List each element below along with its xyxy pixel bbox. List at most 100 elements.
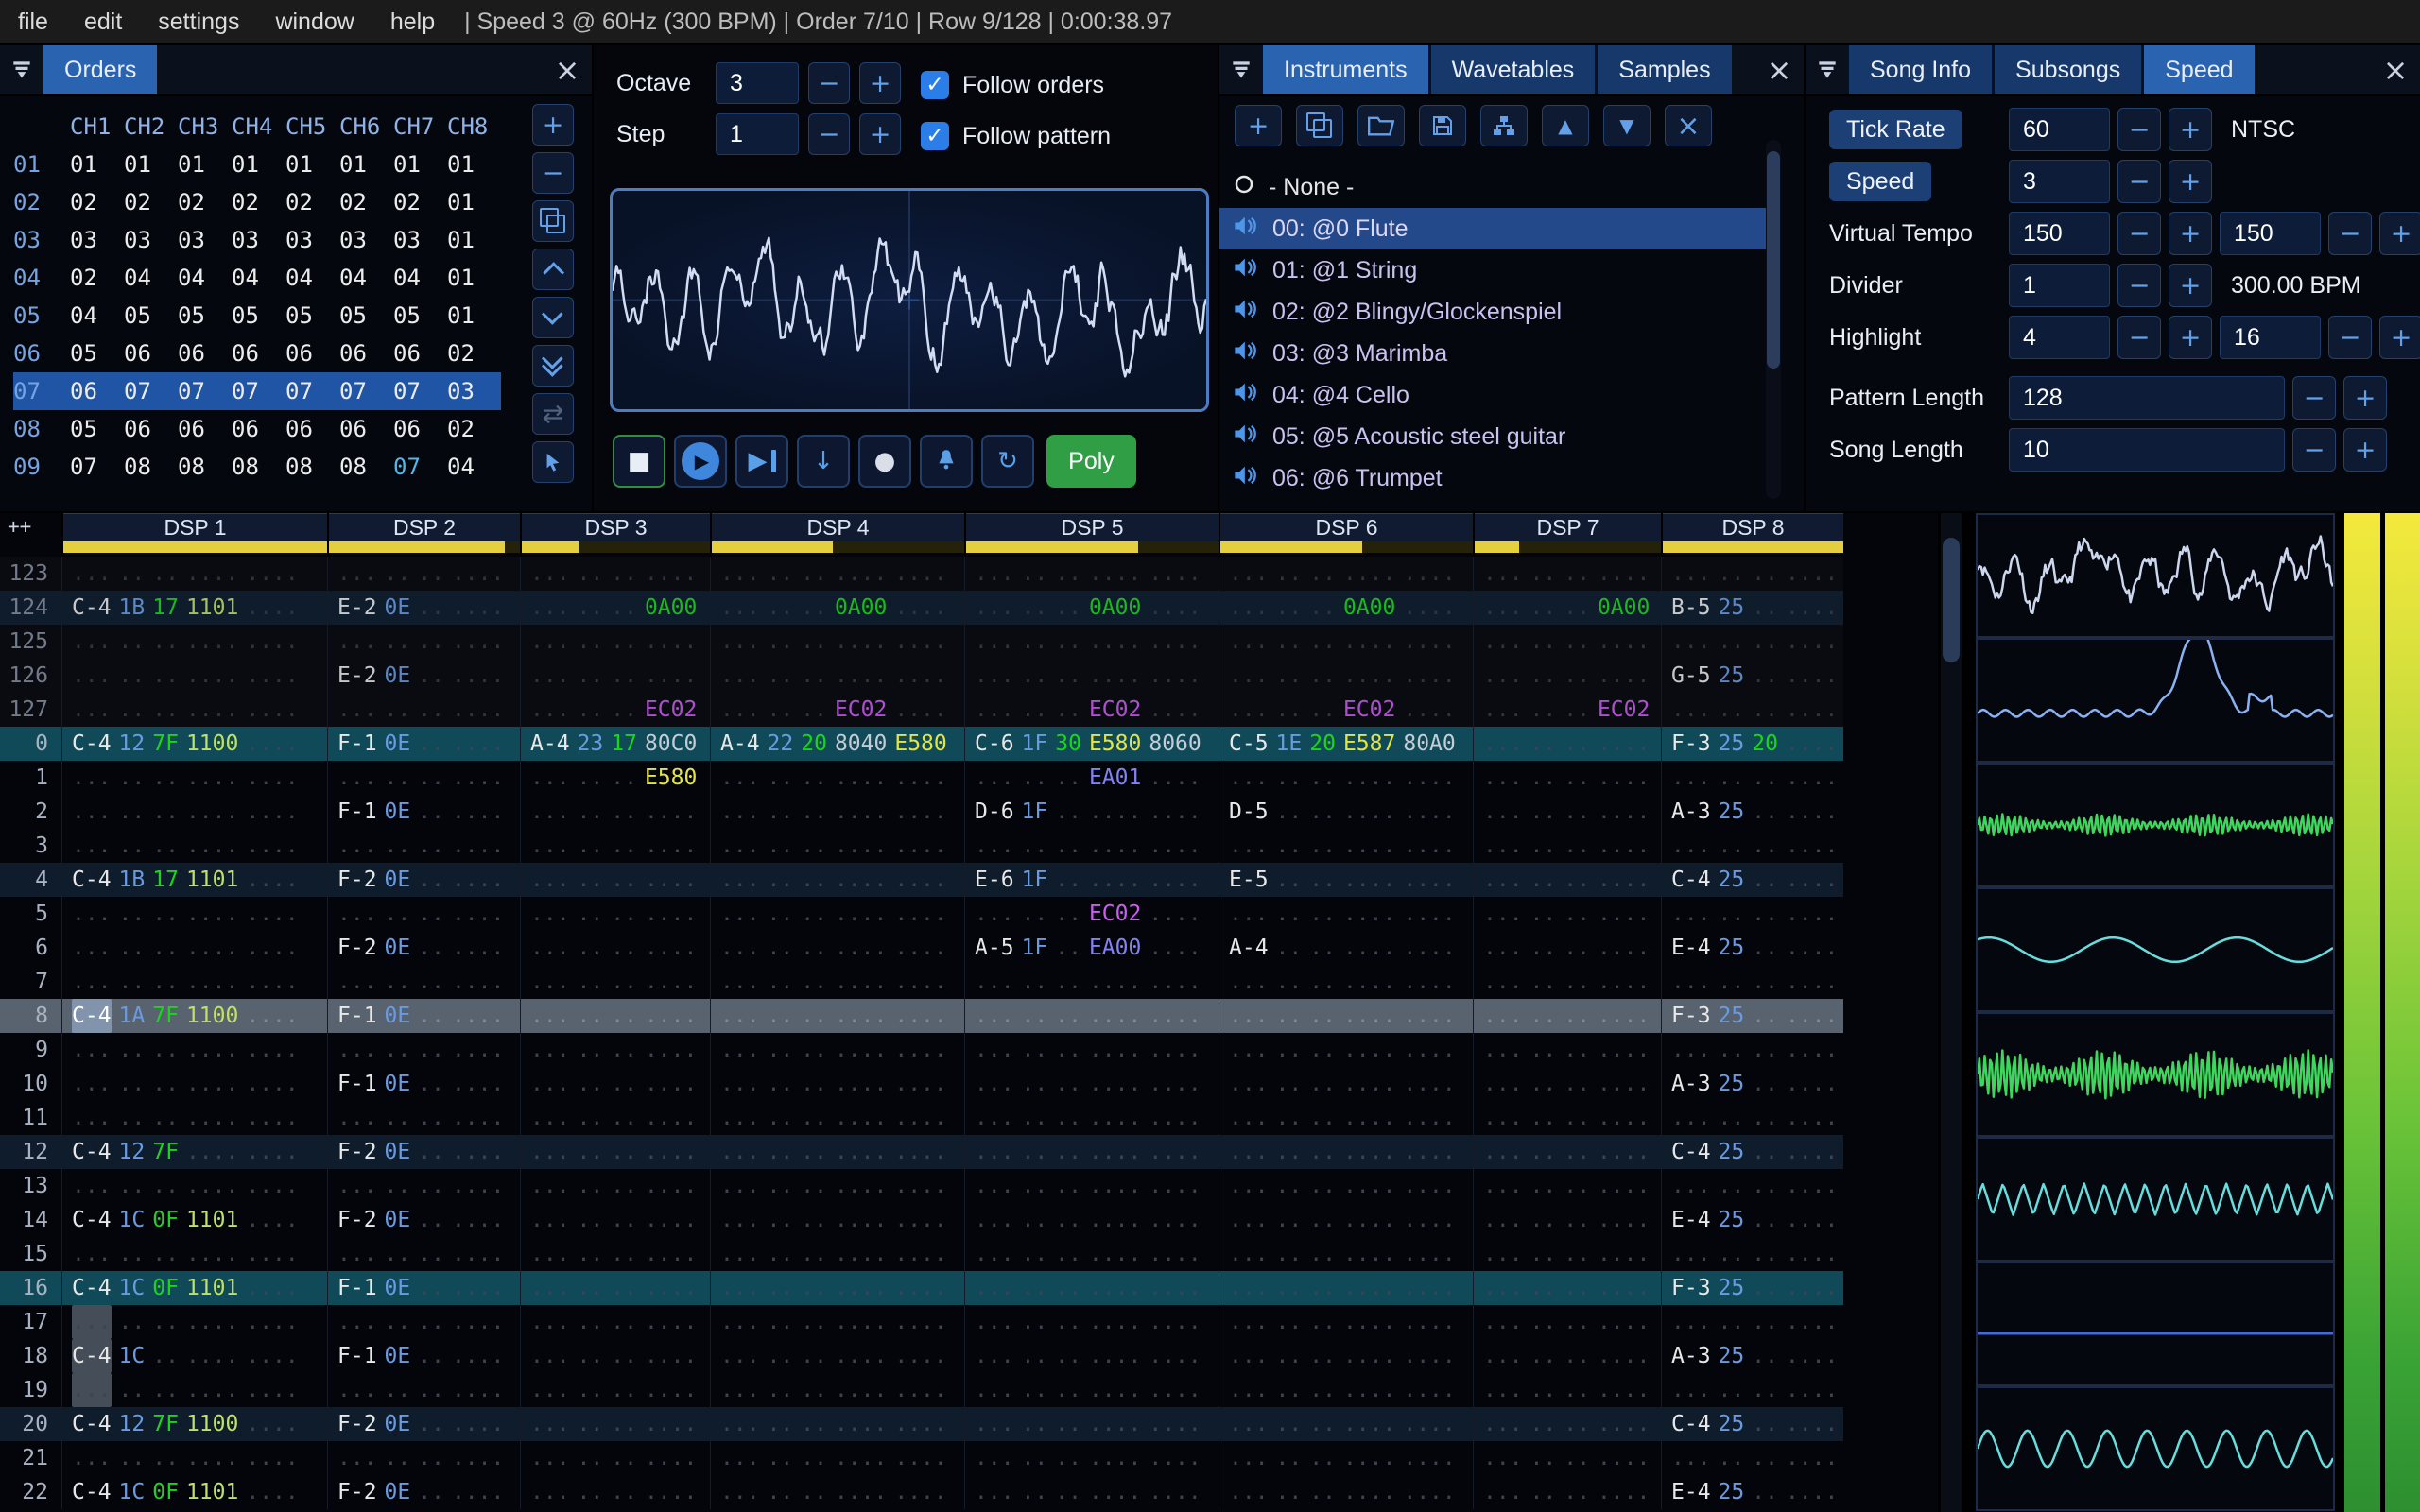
pattern-cell-dsp7[interactable]: ........... bbox=[1473, 1441, 1661, 1475]
order-cell[interactable]: 07 bbox=[393, 454, 447, 480]
order-cell[interactable]: 07 bbox=[70, 454, 124, 480]
pattern-cell-dsp1[interactable]: ............... bbox=[61, 1033, 327, 1067]
instruments-scrollbar[interactable] bbox=[1766, 140, 1781, 499]
pattern-cell-dsp8[interactable]: F-3 25...... bbox=[1661, 1271, 1843, 1305]
pattern-cell-dsp7[interactable]: ........... bbox=[1473, 863, 1661, 897]
pattern-cell-dsp1[interactable]: C-4 1C 0F 1101.... bbox=[61, 1203, 327, 1237]
pattern-cell-dsp2[interactable]: ........... bbox=[327, 829, 520, 863]
pattern-cell-dsp1[interactable]: ............... bbox=[61, 931, 327, 965]
pattern-cell-dsp5[interactable]: ............... bbox=[964, 625, 1219, 659]
pattern-cell-dsp1[interactable]: C-4 12 7F 1100.... bbox=[61, 1407, 327, 1441]
pattern-cell-dsp7[interactable]: ........... bbox=[1473, 727, 1661, 761]
pattern-cell-dsp1[interactable]: ............... bbox=[61, 795, 327, 829]
pattern-cell-dsp4[interactable]: ............... bbox=[710, 557, 964, 591]
order-cell[interactable]: 06 bbox=[285, 416, 339, 442]
pattern-cell-dsp6[interactable]: ............... bbox=[1219, 965, 1473, 999]
order-cell[interactable]: 03 bbox=[124, 227, 178, 253]
delete-instrument-button[interactable]: × bbox=[1665, 105, 1712, 146]
pattern-cell-dsp5[interactable]: ............... bbox=[964, 1067, 1219, 1101]
increase-button[interactable]: + bbox=[2169, 212, 2212, 255]
step-increase-button[interactable]: + bbox=[859, 113, 901, 155]
order-cell[interactable]: 08 bbox=[285, 454, 339, 480]
pattern-cell-dsp7[interactable]: ........... bbox=[1473, 1373, 1661, 1407]
pattern-cell-dsp5[interactable]: ............... bbox=[964, 1203, 1219, 1237]
order-cell[interactable]: 01 bbox=[285, 151, 339, 178]
pattern-cell-dsp4[interactable]: ............... bbox=[710, 1237, 964, 1271]
pattern-cell-dsp6[interactable]: ............... bbox=[1219, 761, 1473, 795]
pattern-cell-dsp5[interactable]: ............... bbox=[964, 1339, 1219, 1373]
pattern-cell-dsp4[interactable]: ............... bbox=[710, 1339, 964, 1373]
decrease-button[interactable]: − bbox=[2118, 316, 2161, 359]
order-cell[interactable]: 02 bbox=[393, 189, 447, 215]
order-row[interactable]: 09 07 08 08 08 08 08 07 04 bbox=[13, 448, 501, 486]
pattern-cell-dsp7[interactable]: ........... bbox=[1473, 1339, 1661, 1373]
pattern-cell-dsp2[interactable]: F-1 0E...... bbox=[327, 999, 520, 1033]
order-cell[interactable]: 02 bbox=[447, 340, 501, 367]
pattern-cell-dsp8[interactable]: G-5 25...... bbox=[1661, 659, 1843, 693]
pattern-cell-dsp7[interactable]: ........... bbox=[1473, 1169, 1661, 1203]
pattern-cell-dsp7[interactable]: ........... bbox=[1473, 999, 1661, 1033]
order-cell[interactable]: 01 bbox=[447, 189, 501, 215]
pattern-cell-dsp7[interactable]: ........... bbox=[1473, 1237, 1661, 1271]
pattern-cell-dsp6[interactable]: E-5............ bbox=[1219, 863, 1473, 897]
metronome-button[interactable] bbox=[920, 435, 973, 488]
channel-header-3[interactable]: DSP 3 bbox=[520, 513, 710, 557]
order-cell[interactable]: 05 bbox=[285, 302, 339, 329]
pattern-cell-dsp7[interactable]: ........... bbox=[1473, 1033, 1661, 1067]
pattern-cell-dsp8[interactable]: ........... bbox=[1661, 1101, 1843, 1135]
order-cell[interactable]: 04 bbox=[124, 265, 178, 291]
order-cell[interactable]: 03 bbox=[447, 378, 501, 404]
pattern-cell-dsp8[interactable]: ........... bbox=[1661, 693, 1843, 727]
pattern-cell-dsp4[interactable]: ............... bbox=[710, 1067, 964, 1101]
order-cell[interactable]: 04 bbox=[339, 265, 393, 291]
pattern-cell-dsp3[interactable]: ........... bbox=[520, 1305, 710, 1339]
instrument-item[interactable]: 06: @6 Trumpet bbox=[1219, 457, 1773, 499]
order-cell[interactable]: 07 bbox=[124, 378, 178, 404]
highlight-input[interactable]: 4 bbox=[2009, 316, 2110, 359]
pattern-cell-dsp3[interactable]: A-4 23 17 80C0 bbox=[520, 727, 710, 761]
pattern-cell-dsp5[interactable]: ............... bbox=[964, 1441, 1219, 1475]
order-cell[interactable]: 05 bbox=[339, 302, 393, 329]
increase-button[interactable]: + bbox=[2169, 316, 2212, 359]
octave-decrease-button[interactable]: − bbox=[808, 62, 850, 104]
order-edit-mode-button[interactable] bbox=[532, 441, 574, 483]
pattern-cell-dsp2[interactable]: F-2 0E...... bbox=[327, 863, 520, 897]
pattern-cell-dsp7[interactable]: ........... bbox=[1473, 1407, 1661, 1441]
pattern-cell-dsp5[interactable]: ....... 0A00.... bbox=[964, 591, 1219, 625]
pattern-cell-dsp6[interactable]: ............... bbox=[1219, 625, 1473, 659]
step-input[interactable]: 1 bbox=[716, 113, 799, 155]
order-cell[interactable]: 07 bbox=[393, 378, 447, 404]
pattern-cell-dsp2[interactable]: F-2 0E...... bbox=[327, 1407, 520, 1441]
order-cell[interactable]: 07 bbox=[339, 378, 393, 404]
pattern-cell-dsp8[interactable]: ........... bbox=[1661, 1237, 1843, 1271]
pattern-cell-dsp5[interactable]: C-6 1F 30 E580 8060 bbox=[964, 727, 1219, 761]
decrease-button[interactable]: − bbox=[2292, 428, 2336, 472]
pattern-cell-dsp1[interactable]: ............... bbox=[61, 659, 327, 693]
pattern-cell-dsp8[interactable]: ........... bbox=[1661, 965, 1843, 999]
pattern-cell-dsp3[interactable]: ........... bbox=[520, 1339, 710, 1373]
increase-button[interactable]: + bbox=[2379, 212, 2420, 255]
pattern-cell-dsp1[interactable]: C-4 1C.......... bbox=[61, 1339, 327, 1373]
pattern-cell-dsp4[interactable]: ............... bbox=[710, 1441, 964, 1475]
pattern-cell-dsp8[interactable]: E-4 25...... bbox=[1661, 1203, 1843, 1237]
pattern-scrollbar[interactable] bbox=[1941, 513, 1962, 1512]
pattern-cell-dsp5[interactable]: ............... bbox=[964, 1475, 1219, 1509]
pattern-cell-dsp3[interactable]: ........... bbox=[520, 897, 710, 931]
pattern-cell-dsp3[interactable]: ....... 0A00 bbox=[520, 591, 710, 625]
pattern-cell-dsp1[interactable]: C-4 1B 17 1101.... bbox=[61, 591, 327, 625]
order-cell[interactable]: 03 bbox=[393, 227, 447, 253]
pattern-cell-dsp8[interactable]: ........... bbox=[1661, 625, 1843, 659]
order-cell[interactable]: 01 bbox=[447, 302, 501, 329]
pattern-cell-dsp8[interactable]: ........... bbox=[1661, 1169, 1843, 1203]
pattern-cell-dsp1[interactable]: C-4 1C 0F 1101.... bbox=[61, 1475, 327, 1509]
instrument-item[interactable]: - None - bbox=[1219, 166, 1773, 208]
pattern-cell-dsp1[interactable]: ............... bbox=[61, 1169, 327, 1203]
pattern-cell-dsp1[interactable]: ............... bbox=[61, 1441, 327, 1475]
pattern-cell-dsp3[interactable]: ........... bbox=[520, 1067, 710, 1101]
order-cell[interactable]: 03 bbox=[339, 227, 393, 253]
pattern-cell-dsp5[interactable]: ............... bbox=[964, 1373, 1219, 1407]
decrease-button[interactable]: − bbox=[2118, 212, 2161, 255]
pattern-cell-dsp2[interactable]: ........... bbox=[327, 965, 520, 999]
order-row[interactable]: 03 03 03 03 03 03 03 03 01 bbox=[13, 221, 501, 259]
open-instrument-button[interactable] bbox=[1357, 105, 1405, 146]
